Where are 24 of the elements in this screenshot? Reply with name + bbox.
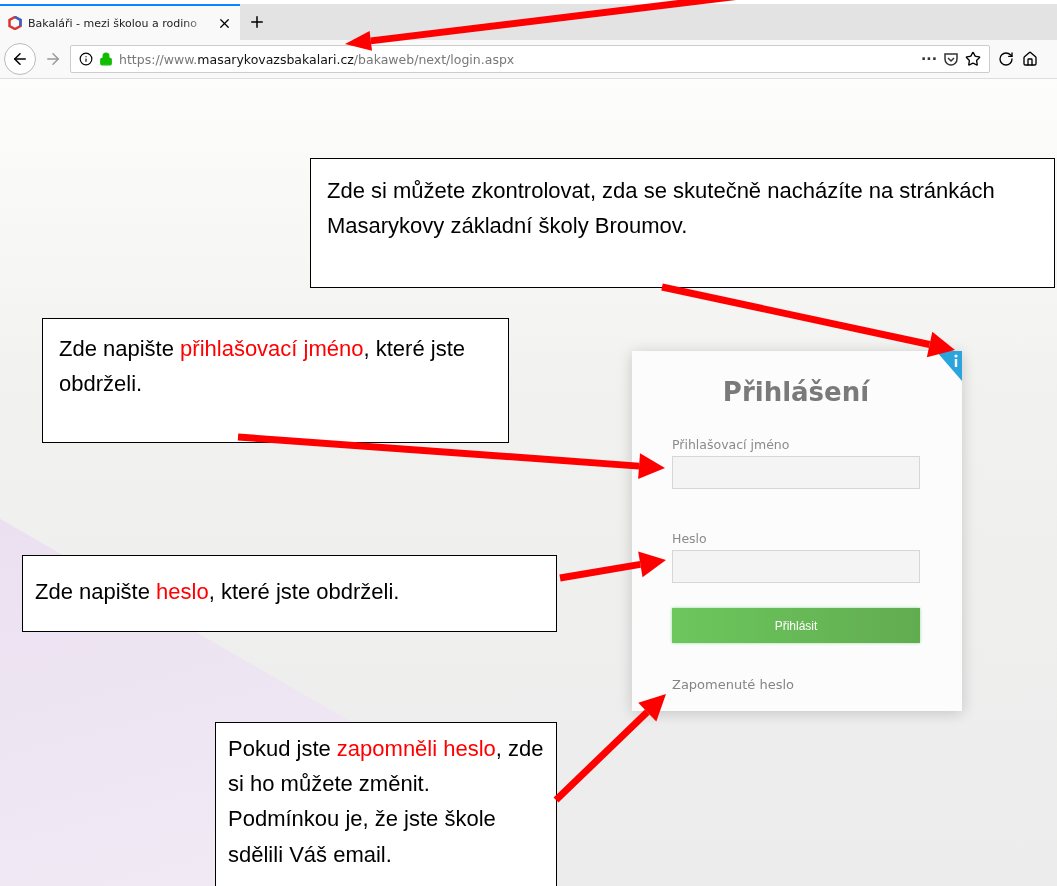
forward-icon[interactable] xyxy=(44,50,62,68)
info-icon[interactable] xyxy=(79,52,93,66)
login-title: Přihlášení xyxy=(721,377,871,407)
url: https://www.masarykovazsbakalari.cz/bakaweb/next/login.aspx xyxy=(119,51,516,67)
more-menu[interactable]: ··· xyxy=(921,51,937,67)
address-bar[interactable]: https://www.masarykovazsbakalari.cz/bakaweb/next/login.aspx ··· xyxy=(70,45,990,73)
lock-icon[interactable] xyxy=(99,52,113,66)
callout-note: Zde napište heslo, které jste obdrželi. xyxy=(22,555,557,632)
username-field[interactable] xyxy=(672,456,920,489)
hexagon-logo-icon xyxy=(8,16,22,30)
reload-icon[interactable] xyxy=(998,51,1014,67)
plus-icon[interactable] xyxy=(248,13,266,31)
callout-note: Zde napište přihlašovací jméno, které jste obdrželi. xyxy=(42,318,509,443)
callout-note: Pokud jste zapomněli heslo, zde si ho můžete změnit. Podmínkou je, že jste škole sdělili Váš email. xyxy=(215,722,557,886)
password-label: Heslo xyxy=(672,531,708,546)
password-field[interactable] xyxy=(672,550,920,583)
pocket-icon[interactable] xyxy=(943,51,959,67)
back-button[interactable] xyxy=(4,43,36,75)
browser-tab[interactable]: Bakaláři - mezi školou a rodino xyxy=(0,4,240,40)
username-label: Přihlašovací jméno xyxy=(672,437,791,452)
home-icon[interactable] xyxy=(1022,51,1038,67)
star-icon[interactable] xyxy=(965,51,981,67)
forgot-password-link[interactable]: Zapomenuté heslo xyxy=(672,677,795,692)
callout-note: Zde si můžete zkontrolovat, zda se skutečně nacházíte na stránkách Masarykovy základní školy Broumov. xyxy=(310,158,1055,288)
